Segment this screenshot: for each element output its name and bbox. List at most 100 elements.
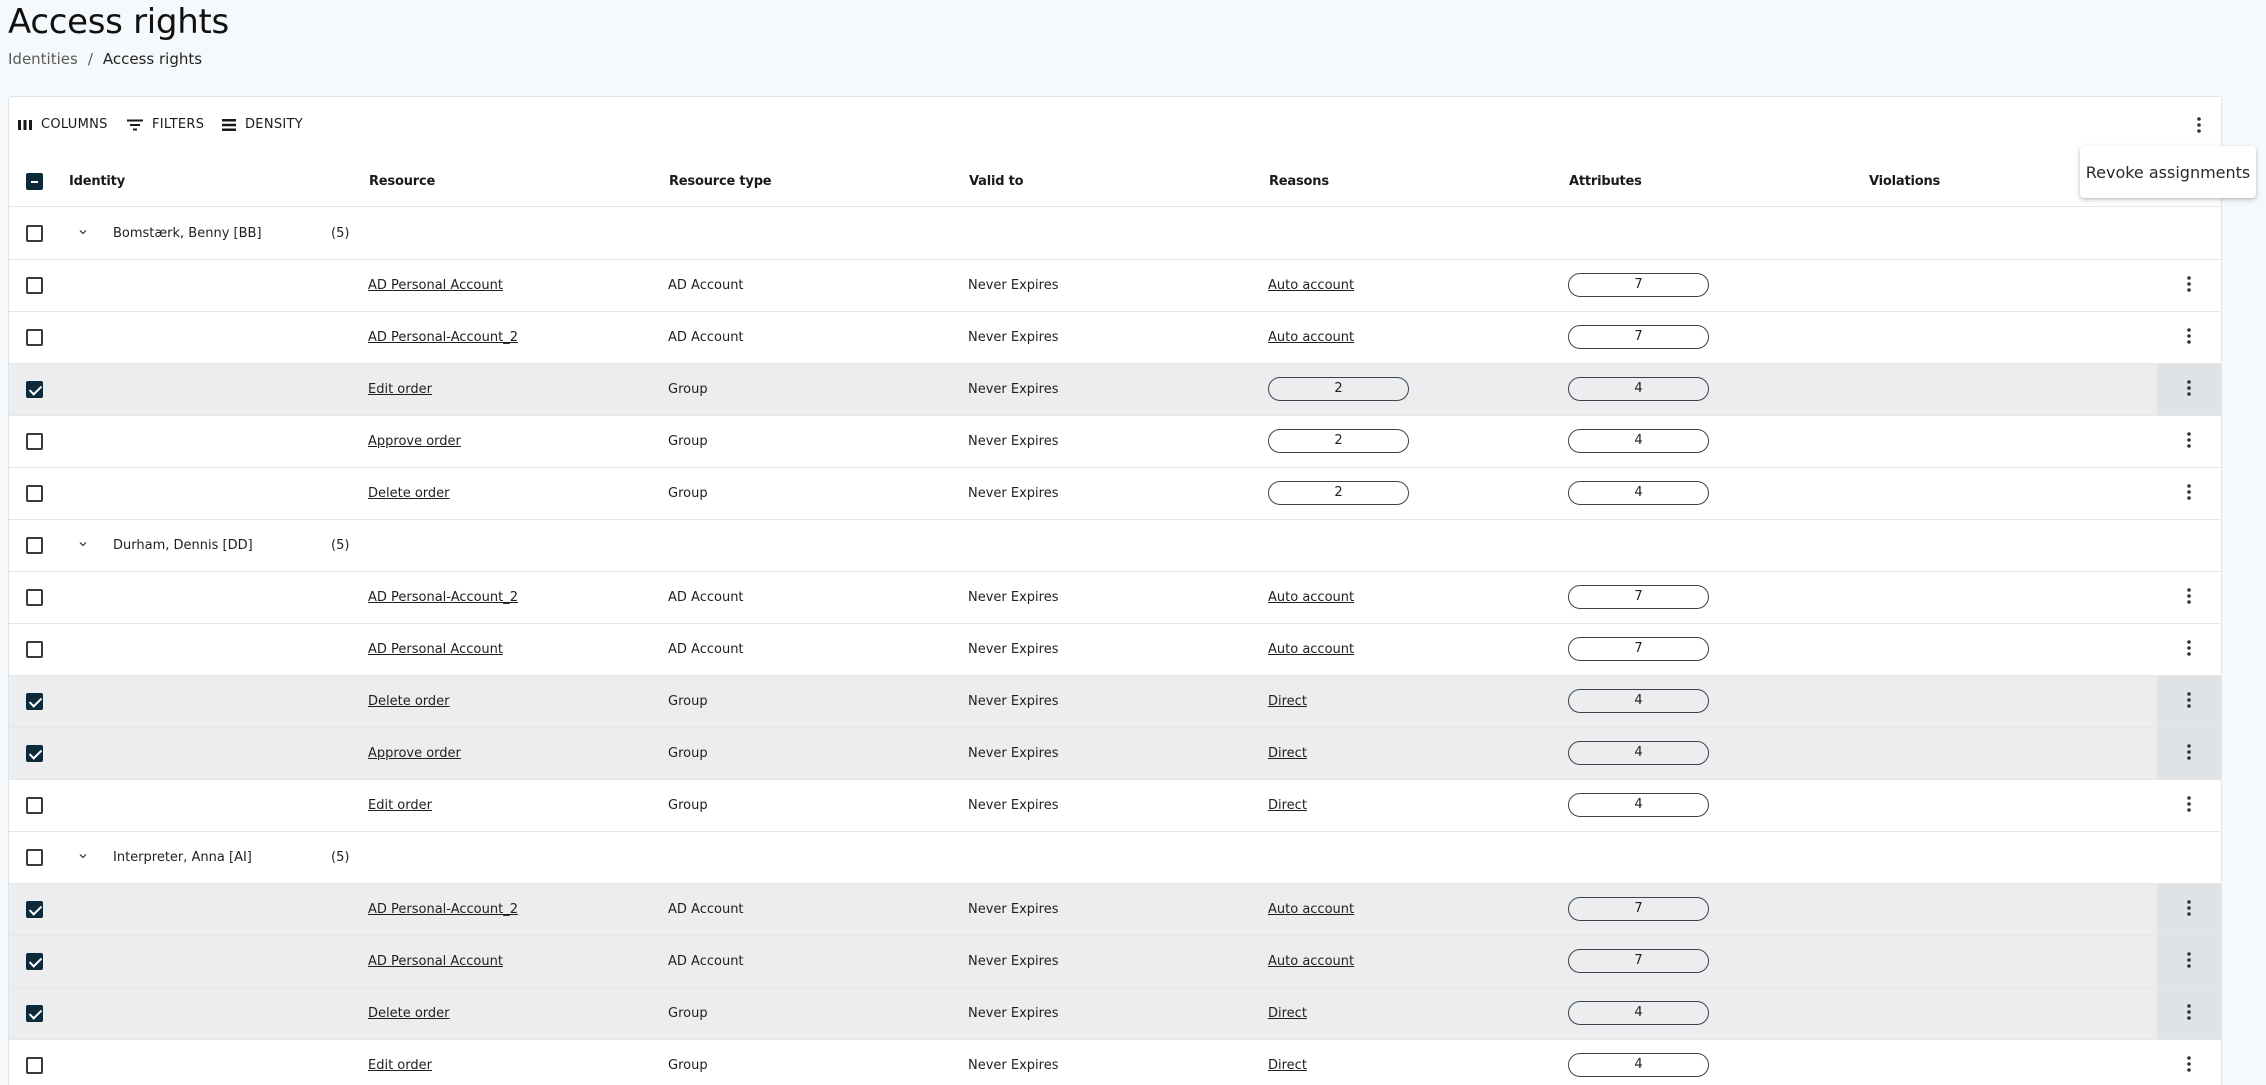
attributes-count-chip[interactable]: 4 xyxy=(1568,429,1709,453)
reason-link[interactable]: Direct xyxy=(1268,676,1307,727)
group-row[interactable]: Bomstærk, Benny [BB] (5) xyxy=(9,208,2221,260)
row-checkbox[interactable] xyxy=(26,745,43,762)
row-actions-button[interactable] xyxy=(2157,676,2221,727)
row-actions-button[interactable] xyxy=(2157,260,2221,311)
column-header-attributes[interactable]: Attributes xyxy=(1569,157,1642,207)
table-row[interactable]: Edit order Group Never Expires Direct 4 xyxy=(9,1040,2221,1085)
row-checkbox[interactable] xyxy=(26,485,43,502)
row-checkbox[interactable] xyxy=(26,797,43,814)
reasons-count-chip[interactable]: 2 xyxy=(1268,481,1409,505)
toolbar-more-button[interactable] xyxy=(2187,113,2211,141)
columns-button[interactable]: COLUMNS xyxy=(17,117,108,132)
attributes-count-chip[interactable]: 4 xyxy=(1568,481,1709,505)
row-checkbox[interactable] xyxy=(26,433,43,450)
group-row[interactable]: Interpreter, Anna [AI] (5) xyxy=(9,832,2221,884)
table-row[interactable]: AD Personal Account AD Account Never Expir… xyxy=(9,260,2221,312)
table-row[interactable]: AD Personal Account AD Account Never Expir… xyxy=(9,936,2221,988)
row-checkbox[interactable] xyxy=(26,641,43,658)
resource-link[interactable]: AD Personal-Account_2 xyxy=(368,884,518,935)
resource-link[interactable]: Delete order xyxy=(368,676,450,727)
row-checkbox[interactable] xyxy=(26,693,43,710)
resource-link[interactable]: AD Personal Account xyxy=(368,624,503,675)
column-header-reasons[interactable]: Reasons xyxy=(1269,157,1329,207)
column-header-violations[interactable]: Violations xyxy=(1869,157,1940,207)
table-row[interactable]: Approve order Group Never Expires Direct 4 xyxy=(9,728,2221,780)
reason-link[interactable]: Direct xyxy=(1268,728,1307,779)
attributes-count-chip[interactable]: 4 xyxy=(1568,689,1709,713)
row-checkbox[interactable] xyxy=(26,1057,43,1074)
resource-link[interactable]: Edit order xyxy=(368,364,432,415)
attributes-count-chip[interactable]: 4 xyxy=(1568,793,1709,817)
row-checkbox[interactable] xyxy=(26,329,43,346)
row-actions-button[interactable] xyxy=(2157,468,2221,519)
reason-link[interactable]: Auto account xyxy=(1268,312,1354,363)
row-actions-button[interactable] xyxy=(2157,572,2221,623)
column-header-resource[interactable]: Resource xyxy=(369,157,435,207)
reason-link[interactable]: Auto account xyxy=(1268,624,1354,675)
row-checkbox[interactable] xyxy=(26,1005,43,1022)
reason-link[interactable]: Direct xyxy=(1268,988,1307,1039)
resource-link[interactable]: Edit order xyxy=(368,1040,432,1085)
breadcrumb-identities-link[interactable]: Identities xyxy=(8,50,78,68)
chevron-down-icon[interactable] xyxy=(77,538,89,554)
table-row[interactable]: AD Personal-Account_2 AD Account Never Exp… xyxy=(9,312,2221,364)
row-actions-button[interactable] xyxy=(2157,312,2221,363)
table-row[interactable]: AD Personal Account AD Account Never Expir… xyxy=(9,624,2221,676)
reasons-count-chip[interactable]: 2 xyxy=(1268,377,1409,401)
reason-link[interactable]: Auto account xyxy=(1268,884,1354,935)
reason-link[interactable]: Auto account xyxy=(1268,260,1354,311)
table-row[interactable]: Delete order Group Never Expires Direct 4 xyxy=(9,988,2221,1040)
reason-link[interactable]: Direct xyxy=(1268,780,1307,831)
row-actions-button[interactable] xyxy=(2157,728,2221,779)
table-row[interactable]: Delete order Group Never Expires 2 4 xyxy=(9,468,2221,520)
table-row[interactable]: AD Personal-Account_2 AD Account Never Exp… xyxy=(9,572,2221,624)
attributes-count-chip[interactable]: 7 xyxy=(1568,949,1709,973)
resource-link[interactable]: Edit order xyxy=(368,780,432,831)
reason-link[interactable]: Direct xyxy=(1268,1040,1307,1085)
density-button[interactable]: DENSITY xyxy=(221,117,303,132)
attributes-count-chip[interactable]: 4 xyxy=(1568,377,1709,401)
row-checkbox[interactable] xyxy=(26,277,43,294)
row-checkbox[interactable] xyxy=(26,589,43,606)
row-actions-button[interactable] xyxy=(2157,364,2221,415)
resource-link[interactable]: Delete order xyxy=(368,468,450,519)
attributes-count-chip[interactable]: 7 xyxy=(1568,585,1709,609)
filters-button[interactable]: FILTERS xyxy=(126,117,204,132)
resource-link[interactable]: Approve order xyxy=(368,416,461,467)
chevron-down-icon[interactable] xyxy=(77,226,89,242)
row-actions-button[interactable] xyxy=(2157,1040,2221,1085)
row-actions-button[interactable] xyxy=(2157,884,2221,935)
row-actions-button[interactable] xyxy=(2157,624,2221,675)
table-row[interactable]: Edit order Group Never Expires Direct 4 xyxy=(9,780,2221,832)
revoke-assignments-menu-item[interactable]: Revoke assignments xyxy=(2080,146,2256,198)
attributes-count-chip[interactable]: 4 xyxy=(1568,1053,1709,1077)
resource-link[interactable]: Approve order xyxy=(368,728,461,779)
reasons-count-chip[interactable]: 2 xyxy=(1268,429,1409,453)
table-row[interactable]: Delete order Group Never Expires Direct 4 xyxy=(9,676,2221,728)
resource-link[interactable]: AD Personal Account xyxy=(368,936,503,987)
row-checkbox[interactable] xyxy=(26,901,43,918)
resource-link[interactable]: Delete order xyxy=(368,988,450,1039)
group-row[interactable]: Durham, Dennis [DD] (5) xyxy=(9,520,2221,572)
row-actions-button[interactable] xyxy=(2157,988,2221,1039)
chevron-down-icon[interactable] xyxy=(77,850,89,866)
resource-link[interactable]: AD Personal Account xyxy=(368,260,503,311)
attributes-count-chip[interactable]: 7 xyxy=(1568,273,1709,297)
resource-link[interactable]: AD Personal-Account_2 xyxy=(368,572,518,623)
attributes-count-chip[interactable]: 4 xyxy=(1568,741,1709,765)
select-all-checkbox[interactable] xyxy=(26,173,43,190)
column-header-valid-to[interactable]: Valid to xyxy=(969,157,1024,207)
row-actions-button[interactable] xyxy=(2157,780,2221,831)
row-checkbox[interactable] xyxy=(26,537,43,554)
column-header-resource-type[interactable]: Resource type xyxy=(669,157,772,207)
column-header-identity[interactable]: Identity xyxy=(69,157,125,207)
row-checkbox[interactable] xyxy=(26,225,43,242)
attributes-count-chip[interactable]: 7 xyxy=(1568,897,1709,921)
table-row[interactable]: Edit order Group Never Expires 2 4 xyxy=(9,364,2221,416)
reason-link[interactable]: Auto account xyxy=(1268,572,1354,623)
row-checkbox[interactable] xyxy=(26,953,43,970)
row-actions-button[interactable] xyxy=(2157,416,2221,467)
attributes-count-chip[interactable]: 7 xyxy=(1568,637,1709,661)
row-checkbox[interactable] xyxy=(26,849,43,866)
attributes-count-chip[interactable]: 7 xyxy=(1568,325,1709,349)
